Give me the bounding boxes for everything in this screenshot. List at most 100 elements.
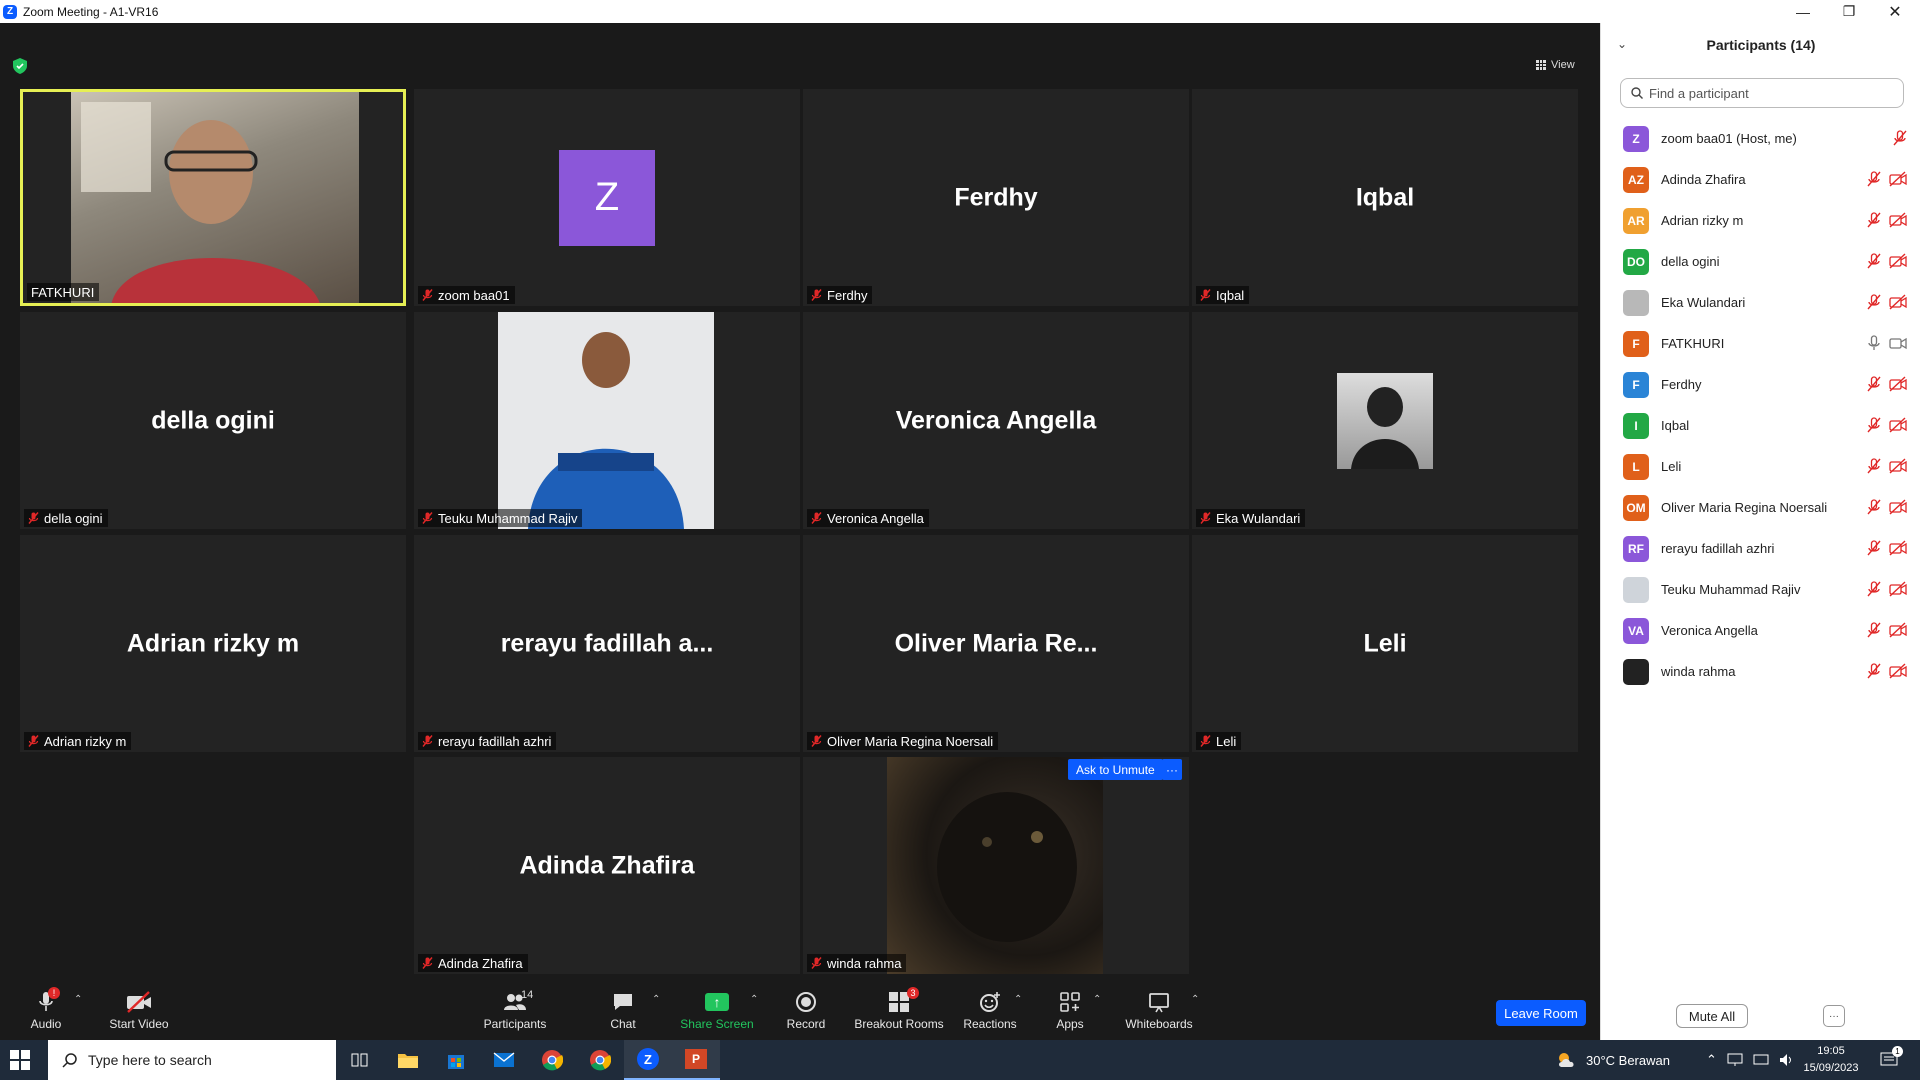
participant-video-off-icon[interactable] (1889, 581, 1907, 597)
participant-search-box[interactable] (1620, 78, 1904, 108)
participant-row[interactable]: L Leli (1601, 446, 1920, 487)
participant-video-tile[interactable]: della ogini della ogini (20, 312, 406, 529)
leave-room-button[interactable]: Leave Room (1496, 1000, 1586, 1026)
restore-icon[interactable]: ❐ (1826, 0, 1872, 23)
network-icon[interactable] (1727, 1053, 1743, 1067)
participant-mic-on-icon[interactable] (1867, 335, 1881, 351)
apps-button[interactable]: Apps (1054, 980, 1086, 1040)
minimize-icon[interactable]: — (1780, 0, 1826, 23)
apps-options-caret-icon[interactable]: ⌃ (1093, 994, 1101, 1005)
participant-video-tile[interactable]: Zzoom baa01 (414, 89, 800, 306)
windows-start-icon[interactable] (10, 1050, 30, 1070)
weather-widget[interactable]: 30°C Berawan (1556, 1040, 1670, 1080)
participant-row[interactable]: RF rerayu fadillah azhri (1601, 528, 1920, 569)
reactions-options-caret-icon[interactable]: ⌃ (1014, 994, 1022, 1005)
start-video-button[interactable]: Start Video (104, 980, 174, 1040)
participant-search-input[interactable] (1649, 85, 1889, 101)
participant-mic-muted-icon[interactable] (1867, 171, 1881, 187)
participant-video-off-icon[interactable] (1889, 622, 1907, 638)
participant-video-tile[interactable]: rerayu fadillah a... rerayu fadillah azhr… (414, 535, 800, 752)
chrome-profile-icon[interactable] (576, 1040, 624, 1080)
record-button[interactable]: Record (785, 980, 827, 1040)
participant-mic-muted-icon[interactable] (1867, 499, 1881, 515)
powerpoint-icon[interactable]: P (672, 1040, 720, 1080)
participant-mic-muted-icon[interactable] (1867, 663, 1881, 679)
participant-row[interactable]: winda rahma (1601, 651, 1920, 692)
participant-video-tile[interactable]: winda rahma (803, 757, 1189, 974)
task-view-icon[interactable] (336, 1040, 384, 1080)
chat-button[interactable]: Chat (603, 980, 643, 1040)
whiteboards-options-caret-icon[interactable]: ⌃ (1191, 994, 1199, 1005)
audio-button[interactable]: ! Audio (24, 980, 68, 1040)
participant-row[interactable]: AR Adrian rizky m (1601, 200, 1920, 241)
participant-row[interactable]: F Ferdhy (1601, 364, 1920, 405)
participant-video-off-icon[interactable] (1889, 294, 1907, 310)
participant-video-off-icon[interactable] (1889, 663, 1907, 679)
participant-mic-muted-icon[interactable] (1867, 253, 1881, 269)
participant-row[interactable]: OM Oliver Maria Regina Noersali (1601, 487, 1920, 528)
view-button[interactable]: View (1536, 55, 1575, 75)
display-icon[interactable] (1753, 1053, 1769, 1067)
participant-video-off-icon[interactable] (1889, 458, 1907, 474)
participant-video-tile[interactable]: Iqbal Iqbal (1192, 89, 1578, 306)
participant-mic-muted-icon[interactable] (1867, 581, 1881, 597)
participant-mic-muted-icon[interactable] (1867, 622, 1881, 638)
tray-expand-caret-icon[interactable]: ⌃ (1706, 1052, 1717, 1068)
reactions-button[interactable]: Reactions (962, 980, 1018, 1040)
taskbar-clock[interactable]: 19:05 15/09/2023 (1800, 1043, 1862, 1077)
tile-more-button[interactable]: ··· (1162, 759, 1182, 780)
chrome-icon[interactable] (528, 1040, 576, 1080)
participant-mic-muted-icon[interactable] (1893, 130, 1907, 146)
participant-video-off-icon[interactable] (1889, 376, 1907, 392)
taskbar-search-box[interactable]: Type here to search (48, 1040, 336, 1080)
participant-video-tile[interactable]: Eka Wulandari (1192, 312, 1578, 529)
participant-video-off-icon[interactable] (1889, 417, 1907, 433)
participant-row[interactable]: DO della ogini (1601, 241, 1920, 282)
chat-options-caret-icon[interactable]: ⌃ (652, 994, 660, 1005)
participant-mic-muted-icon[interactable] (1867, 417, 1881, 433)
ask-to-unmute-button[interactable]: Ask to Unmute (1068, 759, 1163, 780)
participant-video-off-icon[interactable] (1889, 540, 1907, 556)
participant-video-on-icon[interactable] (1889, 335, 1907, 351)
whiteboards-button[interactable]: Whiteboards (1124, 980, 1194, 1040)
file-explorer-icon[interactable] (384, 1040, 432, 1080)
panel-more-button[interactable]: ··· (1823, 1005, 1845, 1027)
notification-center-icon[interactable]: 1 (1880, 1040, 1903, 1080)
participant-row[interactable]: VA Veronica Angella (1601, 610, 1920, 651)
participant-mic-muted-icon[interactable] (1867, 540, 1881, 556)
mute-all-button[interactable]: Mute All (1676, 1004, 1748, 1028)
participant-row[interactable]: Zzoom baa01 (Host, me) (1601, 118, 1920, 159)
encryption-shield-icon[interactable] (13, 58, 27, 74)
participant-mic-muted-icon[interactable] (1867, 458, 1881, 474)
share-options-caret-icon[interactable]: ⌃ (750, 994, 758, 1005)
breakout-rooms-button[interactable]: 3 Breakout Rooms (852, 980, 946, 1040)
microsoft-store-icon[interactable] (432, 1040, 480, 1080)
participant-mic-muted-icon[interactable] (1867, 376, 1881, 392)
share-screen-button[interactable]: ↑ Share Screen (680, 980, 754, 1040)
participant-row[interactable]: F FATKHURI (1601, 323, 1920, 364)
participant-video-off-icon[interactable] (1889, 499, 1907, 515)
mail-icon[interactable] (480, 1040, 528, 1080)
close-icon[interactable]: ✕ (1872, 0, 1918, 23)
participant-video-tile[interactable]: Adinda Zhafira Adinda Zhafira (414, 757, 800, 974)
participant-row[interactable]: I Iqbal (1601, 405, 1920, 446)
participant-video-tile[interactable]: Adrian rizky m Adrian rizky m (20, 535, 406, 752)
participant-video-off-icon[interactable] (1889, 171, 1907, 187)
participant-video-tile[interactable]: Veronica Angella Veronica Angella (803, 312, 1189, 529)
participant-video-tile[interactable]: Leli Leli (1192, 535, 1578, 752)
participant-video-off-icon[interactable] (1889, 253, 1907, 269)
zoom-taskbar-icon[interactable]: Z (624, 1040, 672, 1080)
participant-row[interactable]: Eka Wulandari (1601, 282, 1920, 323)
participant-mic-muted-icon[interactable] (1867, 212, 1881, 228)
volume-icon[interactable] (1779, 1053, 1795, 1067)
participant-mic-muted-icon[interactable] (1867, 294, 1881, 310)
participant-video-tile[interactable]: Oliver Maria Re... Oliver Maria Regina No… (803, 535, 1189, 752)
participant-video-tile[interactable]: Ferdhy Ferdhy (803, 89, 1189, 306)
participant-row[interactable]: AZ Adinda Zhafira (1601, 159, 1920, 200)
participant-video-off-icon[interactable] (1889, 212, 1907, 228)
participant-row[interactable]: Teuku Muhammad Rajiv (1601, 569, 1920, 610)
participants-button[interactable]: 14 Participants (484, 980, 547, 1040)
participant-video-tile[interactable]: Teuku Muhammad Rajiv (414, 312, 800, 529)
participant-video-tile[interactable]: FATKHURI (20, 89, 406, 306)
audio-options-caret-icon[interactable]: ⌃ (74, 994, 82, 1005)
